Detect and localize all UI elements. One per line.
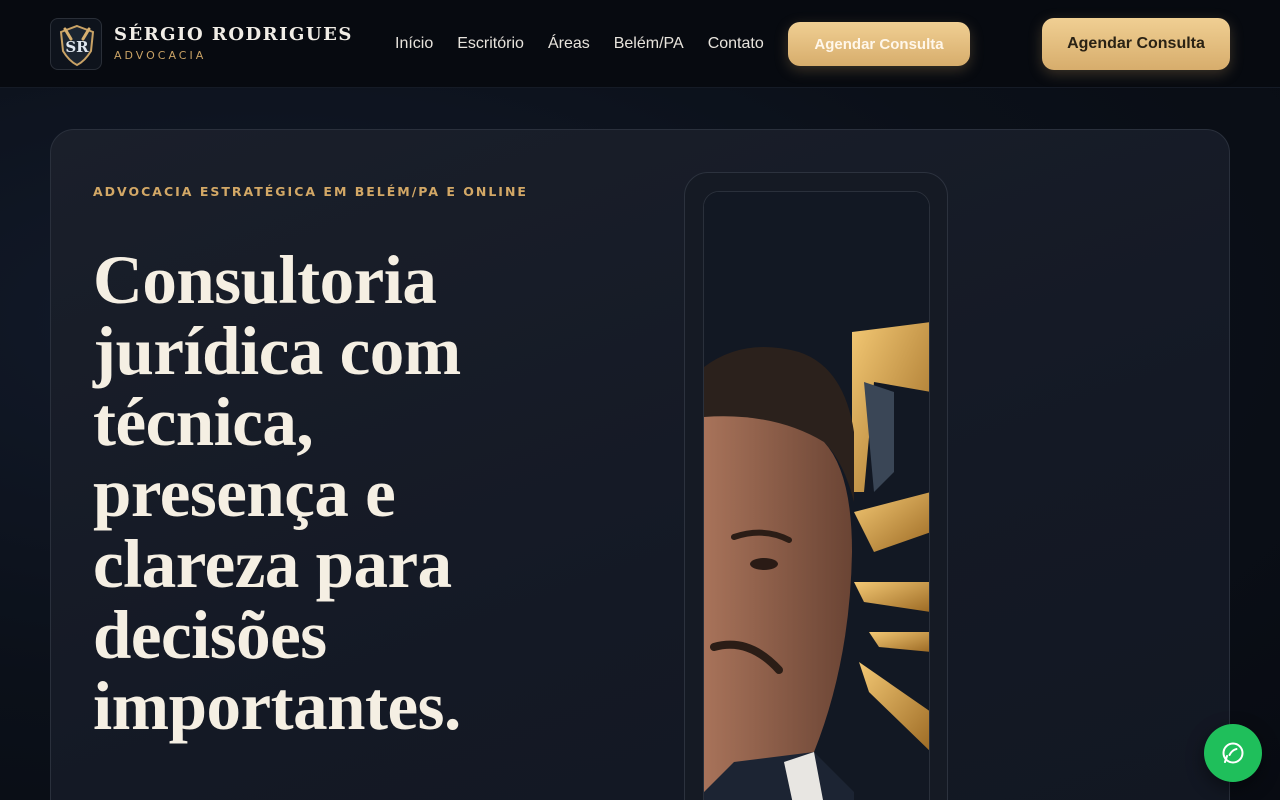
- brand-subtitle: ADVOCACIA: [114, 49, 207, 62]
- lawyer-portrait-image: [703, 191, 930, 800]
- nav-link-belem[interactable]: Belém/PA: [614, 35, 684, 53]
- nav-link-areas[interactable]: Áreas: [548, 35, 590, 53]
- hero-eyebrow: ADVOCACIA ESTRATÉGICA EM BELÉM/PA E ONLI…: [93, 184, 528, 199]
- logo-monogram: SR: [65, 38, 89, 56]
- brand-name[interactable]: SÉRGIO RODRIGUES: [114, 24, 353, 45]
- nav-link-inicio[interactable]: Início: [395, 35, 433, 53]
- site-header: SR SÉRGIO RODRIGUES ADVOCACIA Início Esc…: [0, 0, 1280, 88]
- logo[interactable]: SR: [50, 18, 102, 70]
- whatsapp-float-button[interactable]: [1204, 724, 1262, 782]
- shield-crest-icon: SR: [59, 24, 95, 67]
- nav-schedule-button[interactable]: Agendar Consulta: [788, 22, 970, 66]
- whatsapp-icon: [1222, 742, 1244, 764]
- nav-link-contato[interactable]: Contato: [708, 35, 764, 53]
- hero-headline: Consultoria jurídica com técnica, presen…: [93, 242, 461, 744]
- header-schedule-button[interactable]: Agendar Consulta: [1042, 18, 1230, 70]
- main-nav: Início Escritório Áreas Belém/PA Contato: [395, 33, 764, 55]
- nav-link-escritorio[interactable]: Escritório: [457, 35, 524, 53]
- portrait-illustration: [704, 192, 929, 800]
